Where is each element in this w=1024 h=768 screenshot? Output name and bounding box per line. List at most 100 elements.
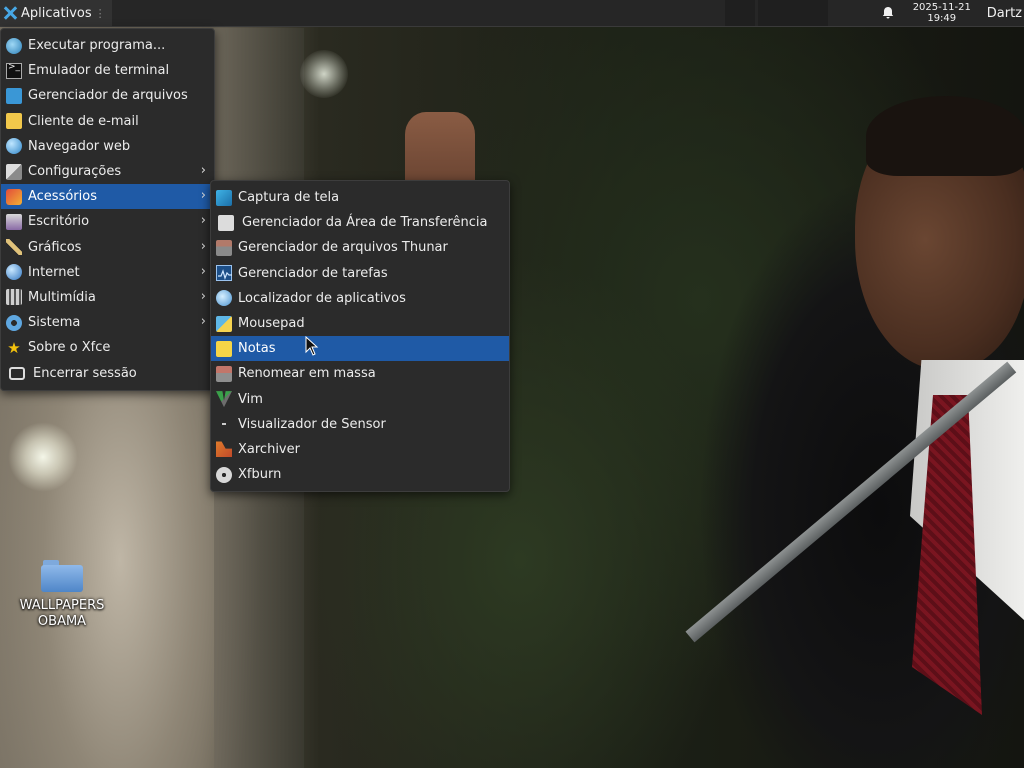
menu-item-label: Mousepad xyxy=(238,316,305,332)
sensor-icon xyxy=(216,416,232,432)
applications-menu-button[interactable]: Aplicativos ⋮ xyxy=(0,0,112,26)
menu-item-label: Executar programa... xyxy=(28,38,166,54)
clock-time: 19:49 xyxy=(927,13,957,24)
chevron-right-icon: › xyxy=(200,263,206,279)
chevron-right-icon: › xyxy=(200,162,206,178)
xarchiver-icon xyxy=(216,441,232,458)
submenu-item-thunar[interactable]: Gerenciador de arquivos Thunar xyxy=(211,235,509,260)
menu-item-label: Emulador de terminal xyxy=(28,63,170,79)
internet-icon xyxy=(6,264,22,281)
menu-item-label: Xarchiver xyxy=(238,441,300,457)
thunar-icon xyxy=(216,239,232,256)
panel-empty-slot xyxy=(757,0,828,26)
file-manager-icon xyxy=(6,87,22,104)
clock-date: 2025-11-21 xyxy=(912,2,971,13)
menu-item-gerenciador-arquivos[interactable]: Gerenciador de arquivos xyxy=(1,83,214,108)
wallpaper-raised-hand xyxy=(405,112,475,187)
menu-item-label: Renomear em massa xyxy=(238,366,376,382)
logout-icon xyxy=(9,366,25,380)
submenu-item-mousepad[interactable]: Mousepad xyxy=(211,311,509,336)
submenu-item-gerenciador-tarefas[interactable]: Gerenciador de tarefas xyxy=(211,261,509,286)
desktop-icon-label: WALLPAPERS OBAMA xyxy=(14,598,110,630)
wallpaper-light xyxy=(300,50,348,98)
menu-item-configuracoes[interactable]: Configurações › xyxy=(1,159,214,184)
graphics-icon xyxy=(6,239,22,256)
multimedia-icon xyxy=(6,289,22,306)
vim-icon xyxy=(216,391,232,408)
menu-item-label: Cliente de e-mail xyxy=(28,113,139,129)
menu-item-sobre-xfce[interactable]: ★ Sobre o Xfce xyxy=(1,335,214,360)
menu-item-multimidia[interactable]: Multimídia › xyxy=(1,285,214,310)
submenu-item-xfburn[interactable]: Xfburn xyxy=(211,462,509,487)
accessories-submenu: Captura de tela Gerenciador da Área de T… xyxy=(210,180,510,493)
wallpaper-light xyxy=(8,422,78,492)
menu-item-label: Captura de tela xyxy=(238,190,340,206)
menu-item-label: Visualizador de Sensor xyxy=(238,416,386,432)
menu-item-label: Sobre o Xfce xyxy=(28,340,111,356)
desktop-icon-label-line2: OBAMA xyxy=(37,614,87,629)
clipboard-icon xyxy=(218,214,234,231)
menu-item-cliente-email[interactable]: Cliente de e-mail xyxy=(1,109,214,134)
task-manager-icon xyxy=(216,265,232,282)
submenu-item-visualizador-sensor[interactable]: Visualizador de Sensor xyxy=(211,412,509,437)
top-panel: Aplicativos ⋮ 2025-11-21 19:49 Dartz xyxy=(0,0,1024,27)
submenu-item-area-transferencia[interactable]: Gerenciador da Área de Transferência xyxy=(211,210,509,235)
menu-item-label: Gerenciador de arquivos Thunar xyxy=(238,240,448,256)
menu-item-graficos[interactable]: Gráficos › xyxy=(1,235,214,260)
menu-item-internet[interactable]: Internet › xyxy=(1,260,214,285)
accessories-icon xyxy=(6,188,22,205)
xfburn-icon xyxy=(216,466,232,483)
submenu-item-renomear-massa[interactable]: Renomear em massa xyxy=(211,361,509,386)
bulk-rename-icon xyxy=(216,365,232,382)
desktop-icon-label-line1: WALLPAPERS xyxy=(19,598,105,613)
submenu-item-xarchiver[interactable]: Xarchiver xyxy=(211,437,509,462)
menu-item-executar-programa[interactable]: Executar programa... xyxy=(1,33,214,58)
user-menu[interactable]: Dartz xyxy=(981,6,1024,21)
menu-item-label: Vim xyxy=(238,391,263,407)
menu-item-navegador-web[interactable]: Navegador web xyxy=(1,134,214,159)
submenu-item-vim[interactable]: Vim xyxy=(211,387,509,412)
chevron-right-icon: › xyxy=(200,238,206,254)
office-icon xyxy=(6,213,22,230)
menu-item-label: Multimídia xyxy=(28,289,96,305)
menu-item-label: Gerenciador de arquivos xyxy=(28,88,188,104)
applications-menu-label: Aplicativos xyxy=(21,5,92,21)
menu-item-label: Localizador de aplicativos xyxy=(238,290,406,306)
mouse-cursor-icon xyxy=(305,336,319,356)
run-icon xyxy=(6,37,22,54)
settings-icon xyxy=(6,163,22,180)
menu-item-label: Gerenciador da Área de Transferência xyxy=(242,215,488,231)
xfce-logo-icon xyxy=(2,5,18,21)
menu-item-label: Acessórios xyxy=(28,189,97,205)
wallpaper-hair xyxy=(866,96,1024,176)
folder-icon xyxy=(41,560,83,592)
chevron-right-icon: › xyxy=(200,288,206,304)
menu-item-label: Sistema xyxy=(28,315,81,331)
menu-item-escritorio[interactable]: Escritório › xyxy=(1,209,214,234)
star-icon: ★ xyxy=(7,338,21,357)
menu-item-label: Notas xyxy=(238,341,276,357)
menu-item-acessorios[interactable]: Acessórios › xyxy=(1,184,214,210)
menu-item-label: Navegador web xyxy=(28,138,131,154)
menu-item-label: Internet xyxy=(28,264,80,280)
menu-item-sistema[interactable]: Sistema › xyxy=(1,310,214,335)
panel-handle-icon[interactable]: ⋮ xyxy=(95,7,106,20)
desktop-folder-wallpapers-obama[interactable]: WALLPAPERS OBAMA xyxy=(14,560,110,630)
menu-item-emulador-terminal[interactable]: Emulador de terminal xyxy=(1,58,214,83)
menu-item-label: Xfburn xyxy=(238,467,282,483)
menu-item-label: Encerrar sessão xyxy=(33,365,137,381)
app-finder-icon xyxy=(216,290,232,307)
menu-item-label: Configurações xyxy=(28,164,122,180)
menu-item-label: Gráficos xyxy=(28,239,82,255)
submenu-item-notas[interactable]: Notas xyxy=(211,336,509,362)
menu-item-encerrar-sessao[interactable]: Encerrar sessão xyxy=(1,360,214,385)
submenu-item-captura-tela[interactable]: Captura de tela xyxy=(211,185,509,210)
chevron-right-icon: › xyxy=(200,188,206,204)
web-browser-icon xyxy=(6,138,22,155)
mousepad-icon xyxy=(216,315,232,332)
panel-tray: 2025-11-21 19:49 Dartz xyxy=(873,0,1024,26)
notifications-bell-icon[interactable] xyxy=(873,6,903,20)
screenshot-icon xyxy=(216,189,232,206)
panel-clock[interactable]: 2025-11-21 19:49 xyxy=(903,2,981,24)
submenu-item-localizador-aplicativos[interactable]: Localizador de aplicativos xyxy=(211,286,509,311)
